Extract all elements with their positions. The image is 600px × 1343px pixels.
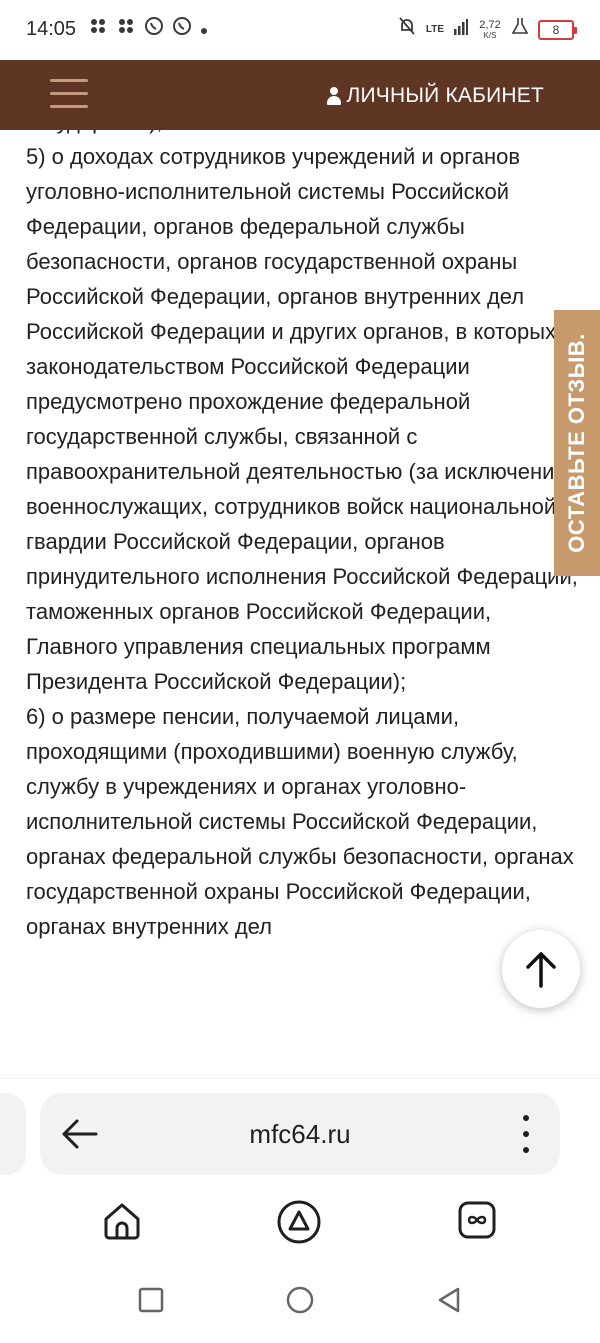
feedback-tab[interactable]: ОСТАВЬТЕ ОТЗЫВ. <box>554 310 600 576</box>
more-vertical-icon[interactable] <box>520 1115 532 1153</box>
personal-account-label: ЛИЧНЫЙ КАБИНЕТ <box>346 84 544 107</box>
system-home-button[interactable] <box>285 1285 315 1315</box>
square-icon <box>138 1287 164 1313</box>
cut-off-line: государства); <box>26 130 586 139</box>
scroll-to-top-button[interactable] <box>502 930 580 1008</box>
browser-toolbar: mfc64.ru <box>0 1078 600 1343</box>
signal-icon <box>454 18 468 42</box>
url-text[interactable]: mfc64.ru <box>40 1119 560 1150</box>
network-speed: 2,72 K/S <box>478 18 502 40</box>
person-icon <box>326 87 341 105</box>
article-content: государства); 5) о доходах сотрудников у… <box>0 130 600 1078</box>
home-icon <box>104 1203 140 1240</box>
tabs-icon <box>458 1201 496 1239</box>
browser-nav-bar <box>0 1199 600 1249</box>
personal-account-link[interactable]: ЛИЧНЫЙ КАБИНЕТ <box>326 84 544 108</box>
address-bar[interactable]: mfc64.ru <box>40 1093 560 1175</box>
network-speed-value: 2,72 <box>479 18 501 31</box>
bell-muted-icon <box>398 16 416 43</box>
paragraph-6: 6) о размере пенсии, получаемой лицами, … <box>26 704 574 939</box>
paw-notification-icon <box>88 17 108 42</box>
tabs-button[interactable] <box>456 1199 500 1243</box>
home-button[interactable] <box>100 1199 144 1243</box>
more-notifications-dot-icon <box>200 18 208 42</box>
network-type: LTE <box>425 23 444 35</box>
paragraph-5: 5) о доходах сотрудников учреждений и ор… <box>26 144 582 694</box>
flask-icon <box>511 17 529 42</box>
notification-icons <box>88 16 208 43</box>
system-back-button[interactable] <box>434 1285 464 1315</box>
network-speed-unit: K/S <box>483 30 497 40</box>
status-time: 14:05 <box>26 18 77 40</box>
system-navigation-bar <box>0 1285 600 1325</box>
site-header: ЛИЧНЫЙ КАБИНЕТ <box>0 60 600 130</box>
alice-assistant-icon <box>277 1200 321 1244</box>
previous-tab-preview[interactable] <box>0 1093 26 1175</box>
status-bar: 14:05 LTE 2,72 K/S 8 <box>0 0 600 60</box>
arrow-up-icon <box>526 952 556 988</box>
alice-assistant-button[interactable] <box>276 1199 321 1244</box>
circle-icon <box>286 1286 314 1314</box>
feedback-label: ОСТАВЬТЕ ОТЗЫВ. <box>564 333 589 553</box>
viber-icon-2 <box>172 16 192 43</box>
system-status-icons: LTE 2,72 K/S 8 <box>398 16 577 43</box>
viber-icon <box>144 16 164 43</box>
menu-icon[interactable] <box>50 79 88 109</box>
recents-button[interactable] <box>136 1285 166 1315</box>
paw-notification-icon-2 <box>116 17 136 42</box>
battery-indicator: 8 <box>538 19 577 40</box>
triangle-back-icon <box>438 1287 460 1313</box>
